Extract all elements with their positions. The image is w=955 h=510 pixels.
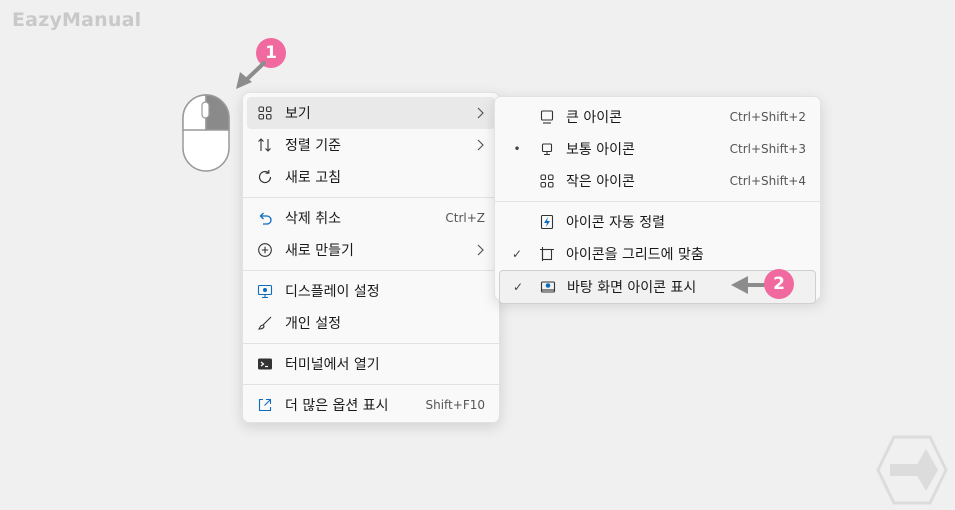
menu-separator xyxy=(495,201,820,202)
selection-mark: • xyxy=(513,142,521,156)
submenu-item-label: 아이콘 자동 정렬 xyxy=(566,215,666,231)
menu-item-label: 정렬 기준 xyxy=(285,138,341,154)
plus-circle-icon xyxy=(258,243,272,257)
menu-item-label: 새로 만들기 xyxy=(285,243,354,259)
menu-item-sort-by[interactable]: 정렬 기준 xyxy=(247,129,495,161)
shortcut-label: Ctrl+Shift+2 xyxy=(729,110,806,124)
display-icon xyxy=(257,284,273,299)
shortcut-label: Shift+F10 xyxy=(425,398,485,412)
undo-icon xyxy=(259,212,272,225)
submenu-item-label: 보통 아이콘 xyxy=(566,142,635,158)
brush-icon xyxy=(257,316,272,330)
menu-separator xyxy=(243,270,499,271)
menu-item-label: 새로 고침 xyxy=(285,170,341,186)
submenu-item-large-icons[interactable]: 큰 아이콘 Ctrl+Shift+2 xyxy=(499,101,816,133)
auto-arrange-icon xyxy=(540,214,554,230)
menu-item-refresh[interactable]: 새로 고침 xyxy=(247,161,495,193)
submenu-item-label: 아이콘을 그리드에 맞춤 xyxy=(566,247,704,263)
chevron-right-icon xyxy=(477,139,484,151)
submenu-item-auto-arrange[interactable]: 아이콘 자동 정렬 xyxy=(499,206,816,238)
watermark-logo-icon xyxy=(876,435,948,505)
menu-item-label: 삭제 취소 xyxy=(285,211,341,227)
menu-item-label: 개인 설정 xyxy=(285,316,341,332)
menu-separator xyxy=(243,384,499,385)
menu-item-label: 더 많은 옵션 표시 xyxy=(285,398,389,414)
submenu-item-medium-icons[interactable]: • 보통 아이콘 Ctrl+Shift+3 xyxy=(499,133,816,165)
menu-item-new[interactable]: 새로 만들기 xyxy=(247,234,495,266)
menu-item-label: 터미널에서 열기 xyxy=(285,357,380,373)
submenu-item-align-to-grid[interactable]: ✓ 아이콘을 그리드에 맞춤 xyxy=(499,238,816,270)
shortcut-label: Ctrl+Shift+3 xyxy=(729,142,806,156)
menu-item-label: 보기 xyxy=(285,106,311,122)
pointer-arrow-icon xyxy=(236,61,266,89)
brand-logo-text: EazyManual xyxy=(12,9,142,31)
submenu-item-label: 큰 아이콘 xyxy=(566,110,622,126)
menu-separator xyxy=(243,197,499,198)
terminal-icon xyxy=(258,358,272,370)
submenu-item-label: 바탕 화면 아이콘 표시 xyxy=(567,280,697,296)
menu-item-undo-delete[interactable]: 삭제 취소 Ctrl+Z xyxy=(247,202,495,234)
step-badge-2: 2 xyxy=(764,269,794,299)
menu-item-personalize[interactable]: 개인 설정 xyxy=(247,307,495,339)
sort-icon xyxy=(258,138,271,152)
mouse-illustration-icon xyxy=(182,94,230,172)
monitor-icon xyxy=(540,110,554,124)
menu-item-more-options[interactable]: 더 많은 옵션 표시 Shift+F10 xyxy=(247,389,495,421)
selection-mark: ✓ xyxy=(511,247,523,261)
share-icon xyxy=(258,398,272,412)
shortcut-label: Ctrl+Z xyxy=(445,211,485,225)
desktop-context-menu: 보기 정렬 기준 새로 고침 삭제 취소 Ctrl+Z 새로 만들기 디스플레이… xyxy=(242,92,500,423)
chevron-right-icon xyxy=(477,244,484,256)
selection-mark: ✓ xyxy=(512,280,524,294)
menu-item-view[interactable]: 보기 xyxy=(247,97,495,129)
chevron-right-icon xyxy=(477,107,484,119)
menu-item-open-terminal[interactable]: 터미널에서 열기 xyxy=(247,348,495,380)
desktop-icon xyxy=(540,281,556,293)
submenu-item-label: 작은 아이콘 xyxy=(566,174,635,190)
align-grid-icon xyxy=(540,247,554,261)
menu-item-label: 디스플레이 설정 xyxy=(285,284,380,300)
shortcut-label: Ctrl+Shift+4 xyxy=(729,174,806,188)
grid-icon xyxy=(540,174,554,188)
menu-separator xyxy=(243,343,499,344)
refresh-icon xyxy=(258,170,272,184)
monitor-icon xyxy=(541,143,553,156)
menu-item-display-settings[interactable]: 디스플레이 설정 xyxy=(247,275,495,307)
grid-icon xyxy=(258,106,272,120)
submenu-item-small-icons[interactable]: 작은 아이콘 Ctrl+Shift+4 xyxy=(499,165,816,197)
